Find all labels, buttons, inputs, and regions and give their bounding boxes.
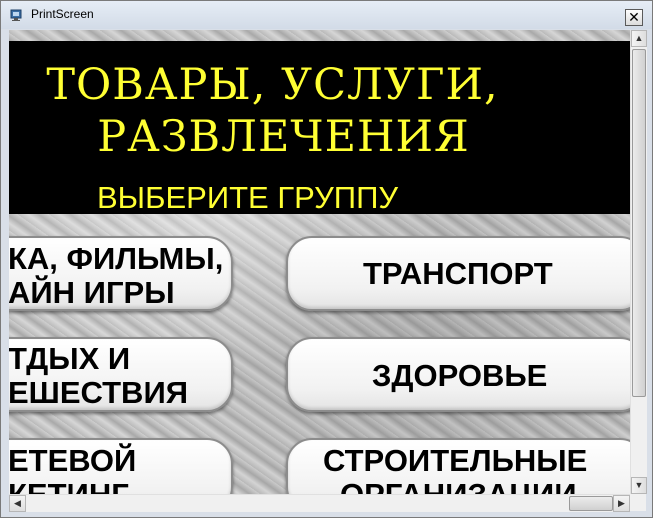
close-icon: ✕	[628, 9, 640, 25]
kiosk-content: ТОВАРЫ, УСЛУГИ, РАЗВЛЕЧЕНИЯ ВЫБЕРИТЕ ГРУ…	[9, 30, 630, 494]
header-title-line-2: РАЗВЛЕЧЕНИЯ	[97, 112, 470, 162]
app-icon	[10, 9, 22, 21]
select-group-prompt: ВЫБЕРИТЕ ГРУППУ	[97, 180, 399, 215]
button-label-line-2: ОРГАНИЗАЦИИ	[340, 478, 576, 495]
close-button[interactable]: ✕	[625, 9, 643, 26]
button-label: ЗДОРОВЬЕ	[372, 358, 548, 393]
button-label: ТРАНСПОРТ	[363, 256, 553, 291]
vertical-scroll-thumb[interactable]	[632, 49, 646, 397]
button-label-line-1: СТРОИТЕЛЬНЫЕ	[323, 443, 588, 478]
category-button-health[interactable]: ЗДОРОВЬЕ	[286, 337, 630, 412]
category-button-travel[interactable]: ТДЫХ И ЕШЕСТВИЯ	[9, 337, 233, 412]
category-button-media[interactable]: КА, ФИЛЬМЫ, АЙН ИГРЫ	[9, 236, 233, 311]
arrow-down-icon: ▼	[634, 480, 644, 490]
category-button-network-marketing[interactable]: ЕТЕВОЙ КЕТИНГ	[9, 438, 233, 494]
button-label-line-2: ЕШЕСТВИЯ	[9, 375, 189, 410]
button-label-line-2: АЙН ИГРЫ	[9, 275, 175, 310]
scroll-right-button[interactable]: ▶	[613, 495, 630, 512]
scroll-up-button[interactable]: ▲	[631, 30, 647, 47]
vertical-scrollbar[interactable]: ▲ ▼	[630, 30, 647, 494]
header-banner: ТОВАРЫ, УСЛУГИ, РАЗВЛЕЧЕНИЯ	[9, 41, 630, 186]
category-button-construction[interactable]: СТРОИТЕЛЬНЫЕ ОРГАНИЗАЦИИ	[286, 438, 630, 494]
button-label-line-1: КА, ФИЛЬМЫ,	[9, 241, 224, 276]
horizontal-scroll-thumb[interactable]	[569, 496, 613, 511]
arrow-up-icon: ▲	[634, 33, 644, 43]
button-label-line-1: ТДЫХ И	[9, 341, 131, 376]
app-window: PrintScreen ✕ ТОВАРЫ, УСЛУГИ, РАЗВЛЕЧЕНИ…	[0, 0, 653, 518]
header-title-line-1: ТОВАРЫ, УСЛУГИ,	[46, 60, 499, 110]
category-button-transport[interactable]: ТРАНСПОРТ	[286, 236, 630, 311]
arrow-left-icon: ◀	[14, 498, 21, 508]
button-label-line-1: ЕТЕВОЙ	[9, 443, 137, 478]
scroll-down-button[interactable]: ▼	[631, 477, 647, 494]
scroll-left-button[interactable]: ◀	[9, 495, 26, 512]
size-grip[interactable]	[630, 494, 646, 511]
arrow-right-icon: ▶	[618, 498, 625, 508]
horizontal-scrollbar[interactable]: ◀ ▶	[9, 494, 630, 512]
title-bar[interactable]: PrintScreen ✕	[1, 1, 652, 29]
button-label-line-2: КЕТИНГ	[9, 478, 129, 495]
window-title: PrintScreen	[31, 7, 94, 21]
